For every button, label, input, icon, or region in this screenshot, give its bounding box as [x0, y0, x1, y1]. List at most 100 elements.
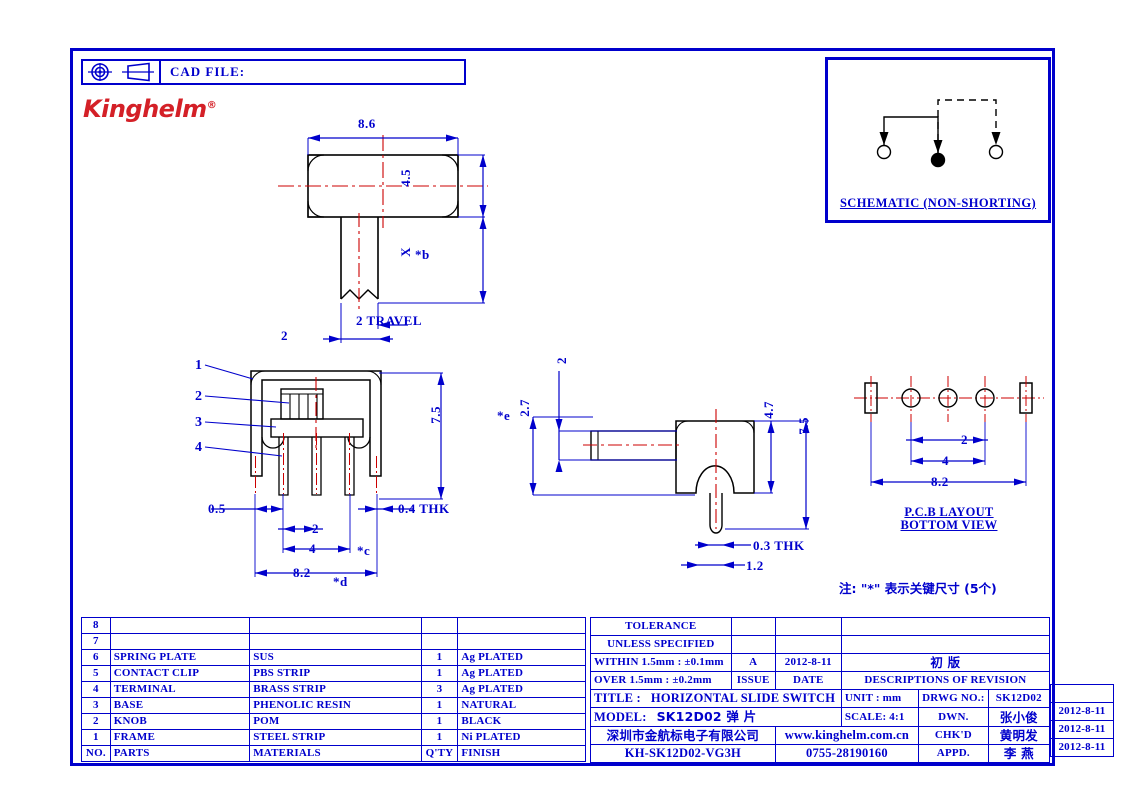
bom-material: POM	[249, 713, 422, 730]
issue-label: ISSUE	[730, 671, 776, 690]
pcb-hole-pitch-dim: 2	[961, 432, 968, 447]
kinghelm-logo: Kinghelm®	[83, 95, 217, 123]
bom-material: PBS STRIP	[249, 665, 422, 682]
issue-date: 2012-8-11	[774, 653, 842, 672]
revision-cell-blank	[840, 617, 1051, 636]
tolerance-label-line1: TOLERANCE	[590, 617, 732, 636]
revision-label: DESCRIPTIONS OF REVISION	[840, 671, 1051, 690]
bom-finish: Ni PLATED	[457, 729, 586, 746]
table-row: 2012-8-11	[1050, 702, 1114, 721]
top-view-travel-x-dim: X	[398, 247, 413, 257]
bom-finish: Ag PLATED	[457, 665, 586, 682]
bom-qty: 3	[420, 681, 459, 698]
bom-qty: 1	[420, 649, 459, 666]
title-block-row-company: 深圳市金航标电子有限公司 www.kinghelm.com.cn CHK'D 黄…	[590, 726, 1051, 745]
company-phone: 0755-28190160	[774, 744, 920, 763]
bom-no: 6	[81, 649, 111, 666]
pcb-hole-span-dim: 4	[942, 453, 949, 468]
company-name-cn: 深圳市金航标电子有限公司	[590, 726, 776, 745]
table-row: 5 CONTACT CLIP PBS STRIP 1 Ag PLATED	[81, 665, 586, 682]
pcb-layout-caption: P.C.B LAYOUT BOTTOM VIEW	[859, 506, 1039, 532]
logo-text: Kinghelm	[83, 95, 207, 123]
chkd-label: CHK'D	[918, 726, 989, 745]
tolerance-over: OVER 1.5mm : ±0.2mm	[590, 671, 732, 690]
bom-finish	[457, 633, 586, 650]
model-label: MODEL:	[594, 710, 647, 724]
table-row: 2012-8-11	[1050, 738, 1114, 757]
bom-part: FRAME	[109, 729, 251, 746]
front-view-pin-span-dim: 4	[309, 541, 316, 556]
issue-cell-blank2	[730, 635, 776, 654]
bom-qty: 1	[420, 697, 459, 714]
front-view-total-width-dim: 8.2	[293, 565, 311, 580]
bom-material: STEEL STRIP	[249, 729, 422, 746]
drwg-no-label: DRWG NO.:	[918, 689, 989, 708]
chkd-name: 黄明发	[987, 726, 1051, 745]
front-view-pin-pitch-dim: 2	[312, 521, 319, 536]
bom-material	[249, 617, 422, 634]
front-view-callout-3: 3	[195, 415, 203, 430]
bom-part: CONTACT CLIP	[109, 665, 251, 682]
title-value: HORIZONTAL SLIDE SWITCH	[650, 691, 836, 705]
logo-registered-mark: ®	[206, 100, 217, 111]
bom-col-materials: MATERIALS	[249, 745, 422, 762]
bom-material: PHENOLIC RESIN	[249, 697, 422, 714]
issue-cell-blank	[730, 617, 776, 636]
bom-qty: 1	[420, 665, 459, 682]
side-view-actuator-height-dim: 2.7	[517, 399, 532, 417]
top-view-height-dim: 4.5	[398, 169, 413, 187]
first-angle-projection-icon	[88, 63, 112, 81]
table-row	[1050, 684, 1114, 703]
bom-no: 1	[81, 729, 111, 746]
title-block-row-model: MODEL: SK12D02 弹 片 SCALE: 4:1 DWN. 张小俊	[590, 707, 1051, 727]
revision-cell-blank2	[840, 635, 1051, 654]
pcb-caption-line2: BOTTOM VIEW	[900, 518, 998, 532]
dwn-label: DWN.	[918, 707, 989, 727]
date-cell-blank	[774, 617, 842, 636]
bom-part	[109, 617, 251, 634]
table-row: 7	[81, 633, 586, 650]
signature-date-column: 2012-8-11 2012-8-11 2012-8-11	[1050, 684, 1114, 757]
bom-finish: BLACK	[457, 713, 586, 730]
bom-finish	[457, 617, 586, 634]
top-view-travel-label: 2 TRAVEL	[356, 313, 423, 328]
key-dim-mark-b: *b	[415, 247, 430, 262]
bom-part	[109, 633, 251, 650]
side-view-pin-thk-dim: 0.3 THK	[753, 538, 805, 553]
table-row: 2 KNOB POM 1 BLACK	[81, 713, 586, 730]
table-row: 1 FRAME STEEL STRIP 1 Ni PLATED	[81, 729, 586, 746]
front-view-callout-2: 2	[195, 389, 203, 404]
bom-qty	[420, 617, 459, 634]
date-label: DATE	[774, 671, 842, 690]
schematic-diagram	[876, 99, 1004, 168]
tolerance-within: WITHIN 1.5mm : ±0.1mm	[590, 653, 732, 672]
bom-part: KNOB	[109, 713, 251, 730]
title-block-row-tol-within: WITHIN 1.5mm : ±0.1mm A 2012-8-11 初 版	[590, 653, 1051, 672]
title-block-row-tolerance2: UNLESS SPECIFIED	[590, 635, 1051, 654]
bom-col-finish: FINISH	[457, 745, 586, 762]
bom-material: SUS	[249, 649, 422, 666]
front-view-callout-1: 1	[195, 358, 203, 373]
bom-table: 8 7 6 SPRING PLATE SUS 1 Ag PLATED 5 CON…	[81, 617, 586, 762]
bom-col-no: NO.	[81, 745, 111, 762]
table-row: 8	[81, 617, 586, 634]
schematic-caption: SCHEMATIC (NON-SHORTING)	[839, 196, 1037, 210]
truncated-cone-icon	[122, 62, 154, 82]
drawing-frame: CAD FILE: Kinghelm® SCHEMATIC (NON-SHORT…	[70, 48, 1114, 766]
chkd-date: 2012-8-11	[1050, 720, 1114, 739]
bom-part: TERMINAL	[109, 681, 251, 698]
title-block: TOLERANCE UNLESS SPECIFIED WITHIN 1.5mm …	[590, 617, 1051, 763]
bom-no: 5	[81, 665, 111, 682]
drwg-no-value: SK12D02	[987, 689, 1051, 708]
title-block-row-title: TITLE : HORIZONTAL SLIDE SWITCH UNIT : m…	[590, 689, 1051, 708]
title-block-row-tol-over: OVER 1.5mm : ±0.2mm ISSUE DATE DESCRIPTI…	[590, 671, 1051, 690]
side-view-body-height-dim: 4.7	[761, 401, 776, 419]
bom-no: 7	[81, 633, 111, 650]
projection-symbol-group	[83, 61, 161, 83]
drwg-no-date-blank	[1050, 684, 1114, 703]
tolerance-label-line2: UNLESS SPECIFIED	[590, 635, 732, 654]
top-view-width-dim: 8.6	[358, 116, 376, 131]
model-value: SK12D02 弹 片	[656, 709, 757, 724]
issue-value: A	[730, 653, 776, 672]
side-view-pin-width-dim: 1.2	[746, 558, 764, 573]
